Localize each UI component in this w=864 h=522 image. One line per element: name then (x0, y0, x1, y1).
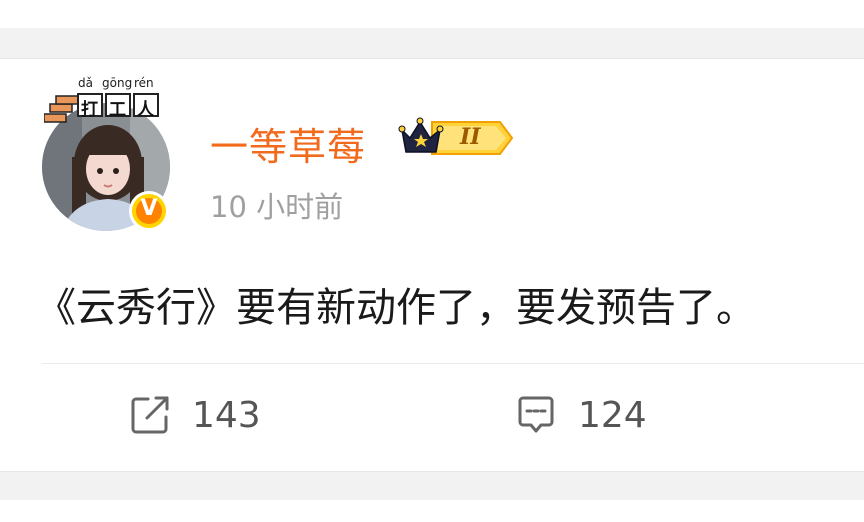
comment-icon (518, 396, 554, 433)
post-time: 10 小时前 (210, 190, 344, 224)
previous-card-bottom (0, 0, 864, 28)
pendant-char-2: 工 (109, 100, 126, 120)
verified-badge-icon: V (128, 190, 170, 232)
comment-count: 124 (578, 394, 647, 436)
vip-level: II (460, 124, 481, 150)
post-content[interactable]: 《云秀行》要有新动作了，要发预告了。 (36, 275, 756, 333)
actions-divider (42, 363, 864, 364)
repost-button[interactable]: 143 (128, 390, 261, 440)
next-card-top (0, 500, 864, 522)
avatar-pendant: dǎ gōng rén 打 工 人 (44, 76, 164, 124)
pendant-char-1: 打 (81, 100, 98, 120)
vip-crown-icon[interactable]: II (398, 116, 516, 160)
comment-button[interactable]: 124 (514, 390, 647, 440)
username[interactable]: 一等草莓 (210, 116, 366, 171)
verified-badge-letter: V (140, 196, 158, 221)
repost-count: 143 (192, 394, 261, 436)
pendant-char-3: 人 (137, 100, 154, 120)
repost-icon (131, 396, 169, 434)
